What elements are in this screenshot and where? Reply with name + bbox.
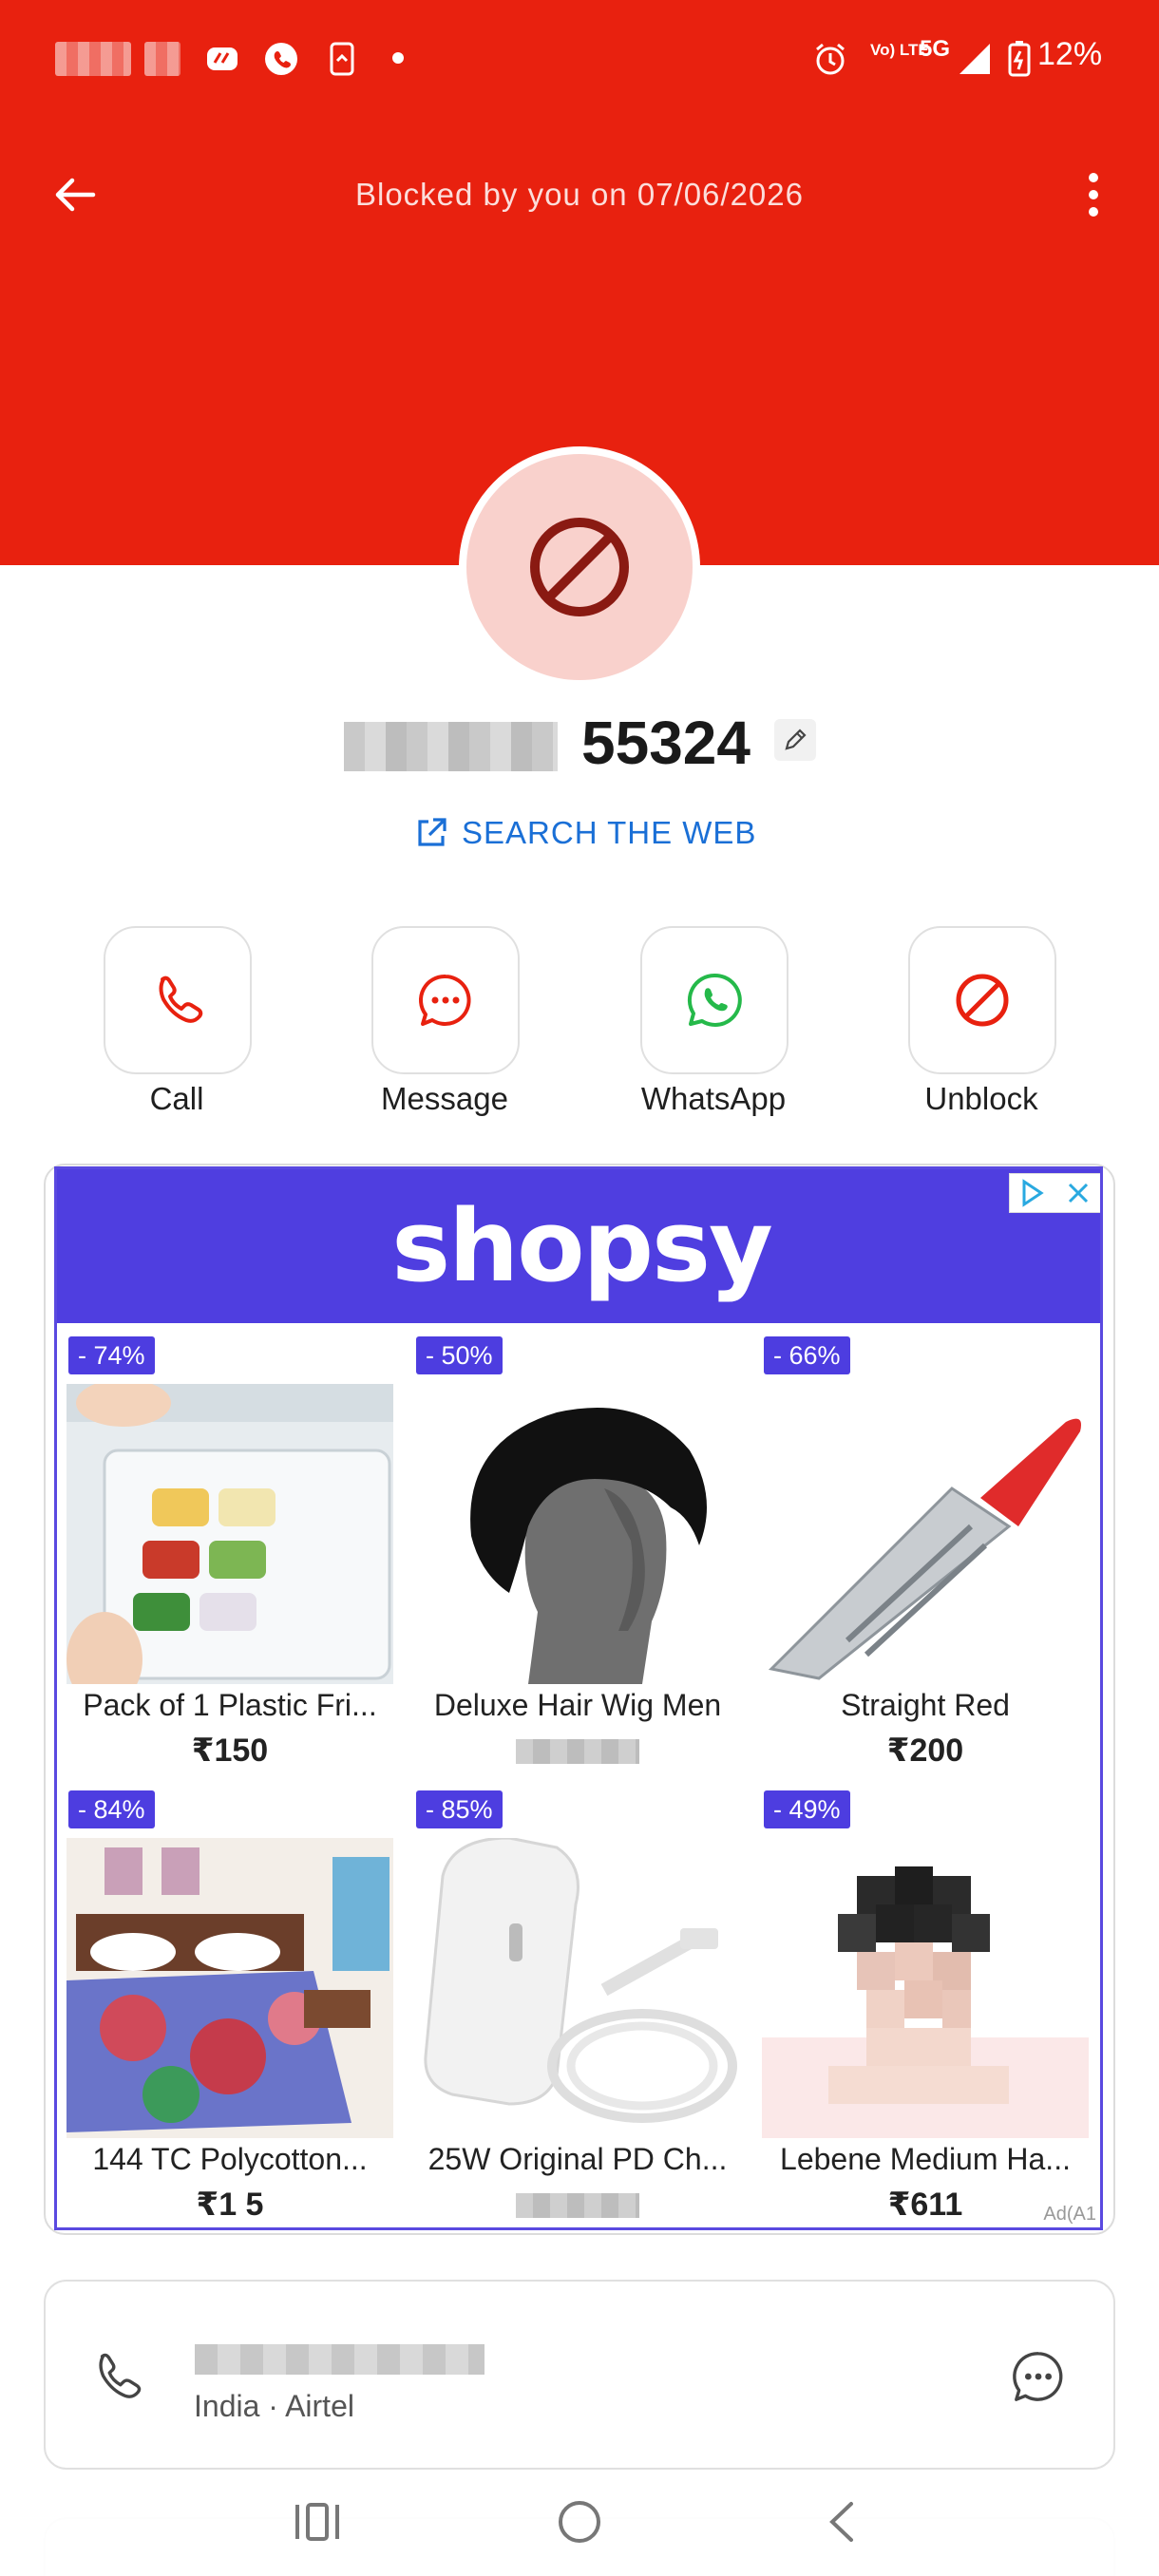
recents-icon bbox=[295, 2503, 339, 2541]
more-vert-icon bbox=[1089, 173, 1098, 217]
product-name: 25W Original PD Ch... bbox=[428, 2142, 728, 2176]
ad-label: Ad(A1 bbox=[1043, 2204, 1096, 2225]
message-button[interactable] bbox=[371, 926, 520, 1074]
ad-product-card[interactable]: - 66% Straight Red ₹200 bbox=[756, 1329, 1094, 1775]
whatsapp-icon bbox=[687, 973, 742, 1027]
call-label: Call bbox=[149, 1081, 204, 1116]
ad-banner[interactable]: shopsy bbox=[57, 1169, 1100, 1323]
network-type: 5G bbox=[920, 36, 951, 62]
product-name: Deluxe Hair Wig Men bbox=[433, 1688, 722, 1722]
message-icon bbox=[418, 974, 471, 1026]
device-icon bbox=[321, 38, 363, 80]
unblock-button[interactable] bbox=[908, 926, 1056, 1074]
product-name: Straight Red bbox=[841, 1688, 1010, 1722]
product-name: Lebene Medium Ha... bbox=[780, 2142, 1071, 2176]
product-image-charger bbox=[414, 1838, 741, 2138]
ad-container[interactable]: shopsy - 74% Pack of 1 Plastic Fri... ₹1… bbox=[54, 1166, 1103, 2230]
unblock-label: Unblock bbox=[924, 1081, 1038, 1116]
product-name: 144 TC Polycotton... bbox=[92, 2142, 368, 2176]
ad-product-card[interactable]: - 49% Lebene Medium Ha... ₹611 bbox=[756, 1783, 1094, 2227]
call-button[interactable] bbox=[104, 926, 252, 1074]
ad-product-card[interactable]: - 85% 25W Original PD Ch... bbox=[408, 1783, 747, 2227]
phone-icon bbox=[84, 2343, 150, 2410]
ad-choices[interactable] bbox=[1009, 1173, 1100, 1213]
home-icon bbox=[559, 2501, 600, 2543]
ad-product-card[interactable]: - 84% 144 TC Polycotton... ₹1 5 bbox=[61, 1783, 399, 2227]
redacted-number bbox=[195, 2344, 484, 2375]
phone-app-icon bbox=[260, 38, 302, 80]
discount-badge: - 50% bbox=[416, 1336, 503, 1374]
external-link-icon bbox=[418, 818, 446, 846]
app-icon bbox=[201, 38, 243, 80]
home-button[interactable] bbox=[542, 2489, 618, 2555]
carrier-info: India · Airtel bbox=[194, 2389, 354, 2423]
product-image-fridge-organizer bbox=[66, 1384, 393, 1684]
notification-dot bbox=[392, 52, 404, 64]
ad-product-card[interactable]: - 50% Deluxe Hair Wig Men bbox=[408, 1329, 747, 1775]
alarm-icon bbox=[809, 38, 851, 80]
product-image-bedsheet bbox=[66, 1838, 393, 2138]
avatar bbox=[466, 454, 693, 680]
block-icon bbox=[530, 518, 629, 616]
product-image-knife bbox=[762, 1384, 1089, 1684]
close-ad-icon[interactable] bbox=[1055, 1174, 1100, 1212]
product-price: ₹1 5 bbox=[196, 2187, 264, 2223]
product-image-hair-wig bbox=[414, 1384, 741, 1684]
discount-badge: - 85% bbox=[416, 1790, 503, 1828]
message-icon bbox=[1013, 2352, 1063, 2401]
more-options-button[interactable] bbox=[1070, 161, 1117, 228]
status-bar: Vo) LTE 5G 12% bbox=[0, 0, 1159, 119]
contact-screen: Vo) LTE 5G 12% Blocked by you on 07/06/2… bbox=[0, 0, 1159, 2576]
adchoices-icon[interactable] bbox=[1010, 1174, 1055, 1212]
discount-badge: - 49% bbox=[764, 1790, 850, 1828]
discount-badge: - 84% bbox=[68, 1790, 155, 1828]
whatsapp-action[interactable]: WhatsApp bbox=[618, 926, 808, 1130]
search-the-web-link[interactable]: SEARCH THE WEB bbox=[414, 809, 756, 857]
nav-back-button[interactable] bbox=[804, 2489, 880, 2555]
blocked-status-text: Blocked by you on 07/06/2026 bbox=[354, 177, 804, 212]
navigation-bar bbox=[0, 2470, 1159, 2576]
phone-icon bbox=[159, 975, 203, 1023]
discount-badge: - 74% bbox=[68, 1336, 155, 1374]
shopsy-logo: shopsy bbox=[391, 1188, 773, 1304]
message-button[interactable] bbox=[1005, 2343, 1072, 2410]
redacted-price bbox=[516, 2193, 639, 2218]
battery-percentage: 12% bbox=[1037, 36, 1103, 72]
contact-number-row: 55324 bbox=[0, 708, 1159, 784]
search-the-web-label: SEARCH THE WEB bbox=[462, 815, 757, 850]
pencil-icon bbox=[785, 729, 807, 750]
product-image-hair-model bbox=[762, 1838, 1089, 2138]
message-label: Message bbox=[381, 1081, 508, 1116]
call-log-card[interactable]: India · Airtel bbox=[44, 2280, 1115, 2470]
contact-number: 55324 bbox=[581, 709, 750, 777]
whatsapp-label: WhatsApp bbox=[640, 1081, 787, 1116]
product-price: ₹150 bbox=[191, 1733, 269, 1769]
edit-button[interactable] bbox=[774, 719, 816, 761]
redacted-price bbox=[516, 1739, 639, 1764]
product-price: ₹200 bbox=[886, 1733, 964, 1769]
whatsapp-button[interactable] bbox=[640, 926, 788, 1074]
signal-icon bbox=[954, 38, 996, 80]
unblock-action[interactable]: Unblock bbox=[886, 926, 1076, 1130]
battery-icon bbox=[1003, 38, 1036, 80]
product-name: Pack of 1 Plastic Fri... bbox=[83, 1688, 377, 1722]
redacted-number bbox=[344, 722, 558, 771]
recent-apps-button[interactable] bbox=[279, 2489, 355, 2555]
top-app-bar: Blocked by you on 07/06/2026 bbox=[0, 142, 1159, 247]
discount-badge: - 66% bbox=[764, 1336, 850, 1374]
chevron-left-icon bbox=[829, 2502, 853, 2542]
call-action[interactable]: Call bbox=[82, 926, 272, 1130]
notification-blur bbox=[55, 42, 131, 76]
notification-blur bbox=[144, 42, 180, 76]
block-icon bbox=[956, 974, 1009, 1027]
action-row: Call Message WhatsApp Unblock bbox=[0, 926, 1159, 1130]
ad-product-card[interactable]: - 74% Pack of 1 Plastic Fri... ₹150 bbox=[61, 1329, 399, 1775]
message-action[interactable]: Message bbox=[350, 926, 540, 1130]
